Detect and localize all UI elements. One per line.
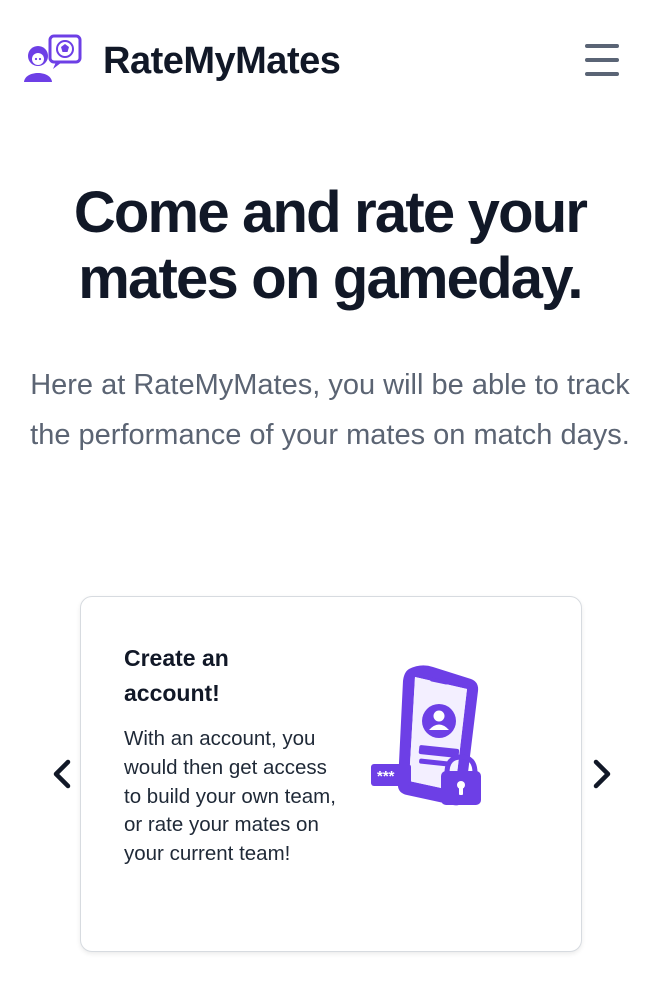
password-mask-text: *** [377, 768, 395, 785]
card-body: With an account, you would then get acce… [124, 727, 336, 866]
hamburger-menu-icon[interactable] [580, 40, 624, 80]
chevron-left-icon [53, 759, 71, 789]
menu-bar [585, 44, 619, 48]
site-header: RateMyMates [0, 0, 660, 124]
carousel-next-button[interactable] [582, 752, 622, 796]
menu-bar [585, 72, 619, 76]
brand-name[interactable]: RateMyMates [103, 38, 341, 84]
hero-title: Come and rate your mates on gameday. [73, 180, 588, 311]
menu-bar [585, 58, 619, 62]
logo-icon[interactable] [22, 34, 84, 84]
carousel-card[interactable]: Create an account! With an account, you … [80, 596, 582, 952]
carousel-prev-button[interactable] [42, 752, 82, 796]
card-title: Create an account! [124, 645, 229, 706]
chevron-right-icon [593, 759, 611, 789]
phone-login-lock-icon: *** [367, 663, 497, 823]
hero-subtitle: Here at RateMyMates, you will be able to… [30, 369, 630, 451]
